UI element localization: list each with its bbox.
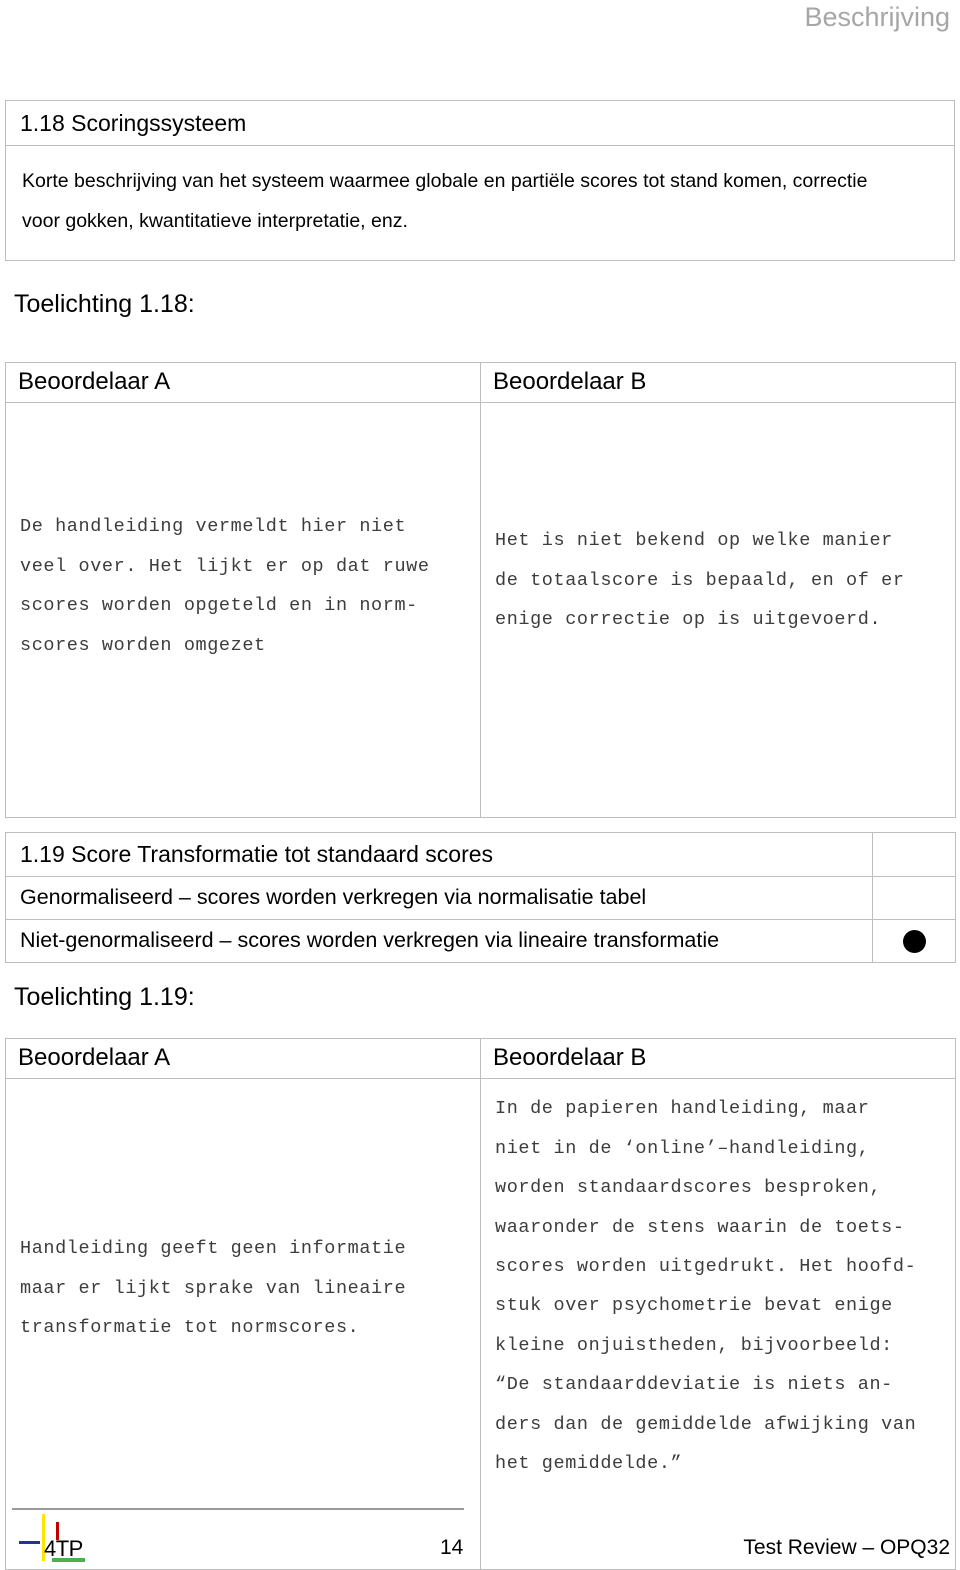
rater-table-1-19: Beoordelaar A Beoordelaar B Handleiding … (5, 1037, 956, 1570)
rater-b-comment-1-19: In de papieren handleiding, maar niet in… (480, 1078, 956, 1570)
table-row: Niet-genormaliseerd – scores worden verk… (5, 919, 956, 963)
table-header-row: Beoordelaar A Beoordelaar B (5, 1037, 956, 1080)
rater-table-1-18: Beoordelaar A Beoordelaar B De handleidi… (5, 361, 956, 819)
rater-b-comment-1-18: Het is niet bekend op welke manier de to… (480, 402, 956, 819)
section-1-18-title: 1.18 Scoringssysteem (5, 99, 955, 147)
section-1-19-table: 1.19 Score Transformatie tot standaard s… (5, 831, 956, 963)
section-1-18-table: 1.18 Scoringssysteem Korte beschrijving … (5, 99, 955, 262)
logo-4tp: 4TP (14, 1512, 114, 1564)
option-genormaliseerd-label: Genormaliseerd – scores worden verkregen… (5, 876, 873, 921)
section-1-19-title: 1.19 Score Transformatie tot standaard s… (5, 831, 873, 878)
section-1-18-body-line-1: Korte beschrijving van het systeem waarm… (22, 170, 868, 193)
option-niet-genormaliseerd-radio[interactable] (872, 919, 956, 963)
table-row: Handleiding geeft geen informatie maar e… (5, 1078, 956, 1570)
option-niet-genormaliseerd-label: Niet-genormaliseerd – scores worden verk… (5, 919, 873, 963)
option-genormaliseerd-radio[interactable] (872, 876, 956, 921)
section-1-18-body-line-2: voor gokken, kwantitatieve interpretatie… (22, 210, 408, 233)
footer-document-title: Test Review – OPQ32 (743, 1536, 950, 1559)
logo-text: 4TP (44, 1536, 83, 1561)
running-header-title: Beschrijving (804, 2, 950, 32)
rater-a-header-1-19: Beoordelaar A (5, 1037, 481, 1080)
table-header-row: Beoordelaar A Beoordelaar B (5, 361, 956, 404)
section-1-19-title-mark-cell (872, 831, 956, 878)
table-row: 1.19 Score Transformatie tot standaard s… (5, 831, 956, 878)
toelichting-1-18-label: Toelichting 1.18: (14, 290, 195, 318)
rater-b-header-1-18: Beoordelaar B (480, 361, 956, 404)
table-row: De handleiding vermeldt hier niet veel o… (5, 402, 956, 819)
table-row: Korte beschrijving van het systeem waarm… (5, 145, 955, 262)
rater-a-header-1-18: Beoordelaar A (5, 361, 481, 404)
rater-b-header-1-19: Beoordelaar B (480, 1037, 956, 1080)
logo-bar-blue-icon (19, 1541, 40, 1544)
toelichting-1-19-label: Toelichting 1.19: (14, 983, 195, 1011)
rater-a-comment-1-19: Handleiding geeft geen informatie maar e… (5, 1078, 481, 1570)
radio-selected-icon (902, 929, 926, 953)
table-row: 1.18 Scoringssysteem (5, 99, 955, 147)
table-row: Genormaliseerd – scores worden verkregen… (5, 876, 956, 921)
rater-a-comment-1-18: De handleiding vermeldt hier niet veel o… (5, 402, 481, 819)
footer-divider (12, 1508, 464, 1510)
section-1-18-body: Korte beschrijving van het systeem waarm… (5, 145, 955, 262)
footer-page-number: 14 (440, 1536, 464, 1559)
document-page: Beschrijving 1.18 Scoringssysteem Korte … (0, 0, 960, 1570)
